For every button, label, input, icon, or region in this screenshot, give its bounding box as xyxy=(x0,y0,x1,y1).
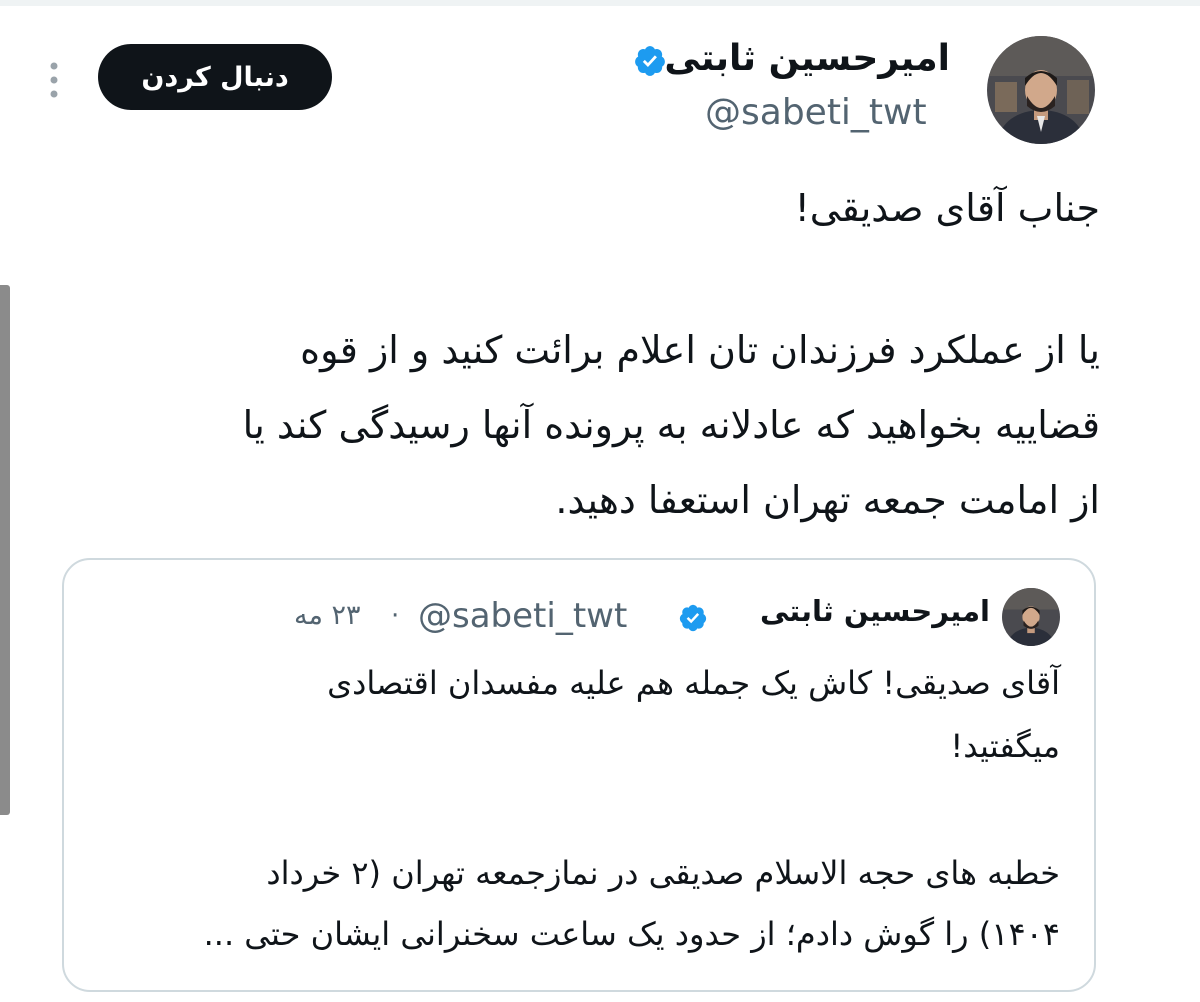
author-name[interactable]: امیرحسین ثابتی xyxy=(664,38,950,79)
quoted-date[interactable]: ۲۳ مه xyxy=(294,600,361,631)
more-vertical-icon[interactable] xyxy=(44,60,64,100)
tweet-text-line: جناب آقای صدیقی! xyxy=(794,186,1100,230)
tweet-text-line: یا از عملکرد فرزندان تان اعلام برائت کنی… xyxy=(300,328,1100,372)
follow-button[interactable]: دنبال کردن xyxy=(98,44,332,110)
tweet-text-line: از امامت جمعه تهران استعفا دهید. xyxy=(555,478,1100,522)
separator-dot: · xyxy=(391,601,400,631)
top-divider xyxy=(0,0,1200,6)
verified-badge-icon xyxy=(635,46,665,76)
author-avatar[interactable] xyxy=(987,36,1095,144)
quoted-author-avatar[interactable] xyxy=(1002,588,1060,646)
author-handle[interactable]: @sabeti_twt xyxy=(705,92,927,133)
quoted-text-line: ۱۴۰۴) را گوش دادم؛ از حدود یک ساعت سخنرا… xyxy=(203,915,1060,953)
tweet-text-line: قضاییه بخواهید که عادلانه به پرونده آنها… xyxy=(242,403,1100,447)
verified-badge-icon xyxy=(679,604,707,632)
quoted-text-line: آقای صدیقی! کاش یک جمله هم علیه مفسدان ا… xyxy=(327,664,1060,702)
quoted-text-line: خطبه های حجه الاسلام صدیقی در نمازجمعه ت… xyxy=(266,854,1060,892)
quoted-text-line: میگفتید! xyxy=(950,727,1060,765)
quoted-author-name[interactable]: امیرحسین ثابتی xyxy=(760,594,990,628)
quoted-author-handle[interactable]: @sabeti_twt xyxy=(418,596,627,636)
scrollbar[interactable] xyxy=(0,285,10,815)
